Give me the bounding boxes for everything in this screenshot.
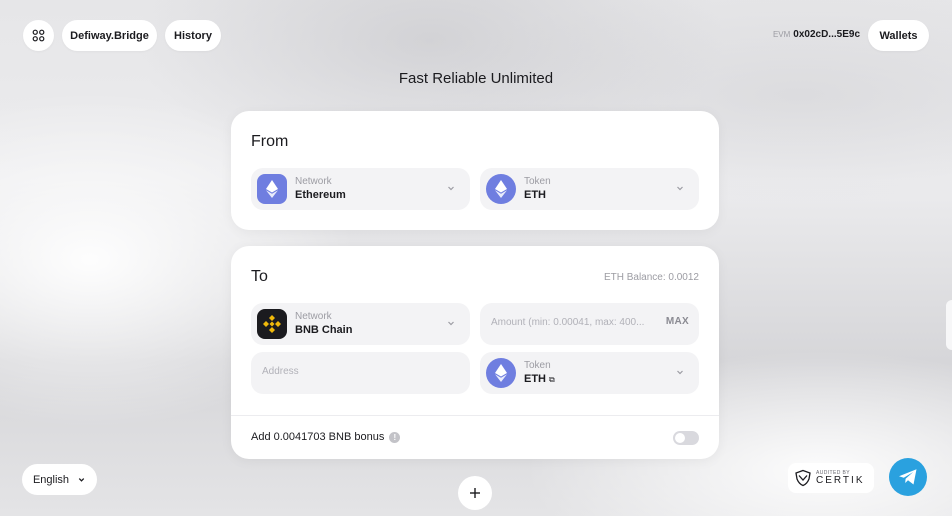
chevron-down-icon xyxy=(677,186,683,191)
plus-icon xyxy=(470,488,480,498)
to-token-label: Token xyxy=(524,360,551,371)
chevron-down-icon xyxy=(448,186,454,191)
from-token-select[interactable]: Token ETH xyxy=(480,168,699,210)
from-network-label: Network xyxy=(295,176,332,187)
to-title: To xyxy=(251,268,268,285)
eth-token-icon xyxy=(486,358,516,388)
toggle-knob xyxy=(675,433,685,443)
language-label: English xyxy=(32,473,70,486)
bonus-row: Add 0.0041703 BNB bonus ! xyxy=(251,431,401,443)
evm-tag: EVM xyxy=(772,30,791,39)
ethereum-icon xyxy=(257,174,287,204)
chevron-down-icon xyxy=(78,478,85,482)
telegram-button[interactable] xyxy=(889,458,927,496)
from-token-value: ETH xyxy=(524,189,546,201)
certik-badge[interactable]: AUDITED BY CERTIK xyxy=(788,463,874,493)
to-card: To ETH Balance: 0.0012 Network BNB Chain… xyxy=(231,246,719,459)
bonus-text: Add 0.0041703 BNB bonus xyxy=(251,431,385,443)
menu-button[interactable] xyxy=(23,20,54,51)
from-network-value: Ethereum xyxy=(295,189,346,201)
shield-icon xyxy=(795,469,811,487)
to-token-value: ETH xyxy=(524,373,546,385)
chevron-down-icon xyxy=(677,370,683,375)
from-network-select[interactable]: Network Ethereum xyxy=(251,168,470,210)
amount-input[interactable]: Amount (min: 0.00041, max: 400... xyxy=(491,317,644,328)
info-icon[interactable]: ! xyxy=(389,431,401,443)
side-tab[interactable] xyxy=(946,300,952,350)
from-token-label: Token xyxy=(524,176,551,187)
amount-field[interactable]: Amount (min: 0.00041, max: 400... MAX xyxy=(480,303,699,345)
eth-token-icon xyxy=(486,174,516,204)
wallet-address: 0x02cD...5E9c xyxy=(793,29,860,40)
bonus-toggle[interactable] xyxy=(673,431,699,445)
language-select[interactable]: English xyxy=(22,464,97,495)
certik-logo-text: CERTIK xyxy=(816,474,865,486)
wallet-address-display[interactable]: EVM 0x02cD...5E9c xyxy=(773,29,860,40)
add-button[interactable] xyxy=(458,476,492,510)
external-link-icon[interactable]: ⧉ xyxy=(549,375,555,384)
wallets-button[interactable]: Wallets xyxy=(868,20,929,51)
top-bar: Defiway.Bridge History EVM 0x02cD...5E9c… xyxy=(23,20,929,51)
certik-text: AUDITED BY CERTIK xyxy=(816,470,865,486)
to-network-label: Network xyxy=(295,311,332,322)
to-network-value: BNB Chain xyxy=(295,324,353,336)
history-button[interactable]: History xyxy=(165,20,221,51)
from-title: From xyxy=(251,133,289,150)
eth-balance: ETH Balance: 0.0012 xyxy=(603,272,699,283)
max-button[interactable]: MAX xyxy=(666,316,689,327)
grid-icon xyxy=(32,29,45,42)
address-input[interactable]: Address xyxy=(262,366,299,377)
card-divider xyxy=(231,415,719,416)
chevron-down-icon xyxy=(448,321,454,326)
to-token-value-wrap: ETH ⧉ xyxy=(524,373,555,385)
page-tagline: Fast Reliable Unlimited xyxy=(398,70,554,87)
brand-button[interactable]: Defiway.Bridge xyxy=(62,20,157,51)
from-card: From Network Ethereum Token ETH xyxy=(231,111,719,230)
to-network-select[interactable]: Network BNB Chain xyxy=(251,303,470,345)
bnb-icon xyxy=(257,309,287,339)
address-field[interactable]: Address xyxy=(251,352,470,394)
telegram-icon xyxy=(899,469,917,485)
to-token-select[interactable]: Token ETH ⧉ xyxy=(480,352,699,394)
